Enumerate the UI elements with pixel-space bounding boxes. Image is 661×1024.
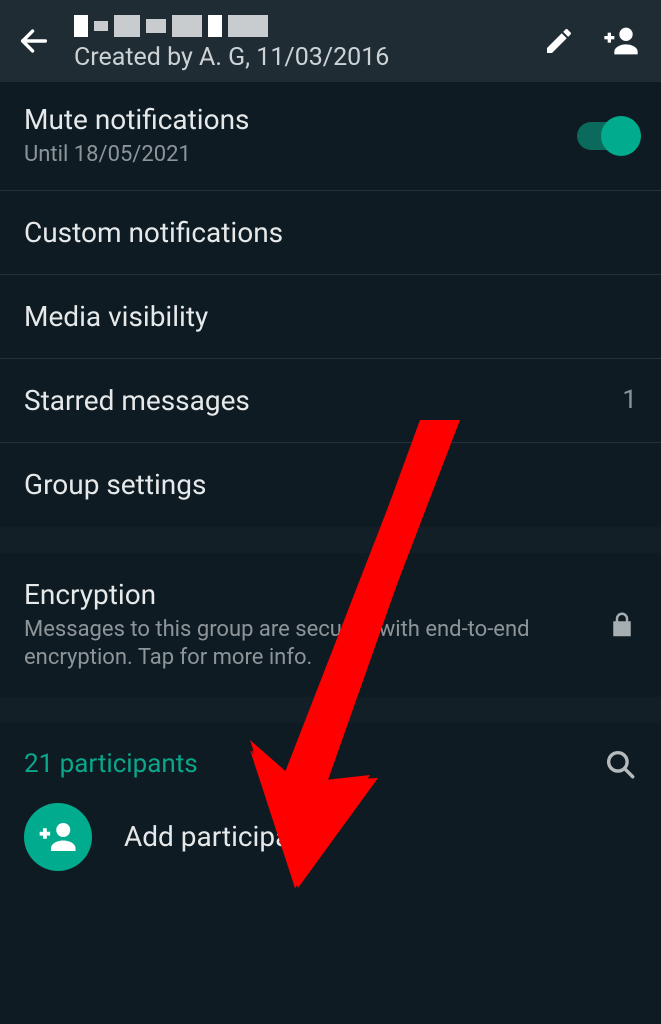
edit-button[interactable] <box>537 19 581 63</box>
group-subtitle: Created by A. G, 11/03/2016 <box>74 43 519 72</box>
add-person-button[interactable] <box>599 19 643 63</box>
starred-count: 1 <box>622 385 637 415</box>
search-participants-button[interactable] <box>603 747 637 781</box>
mute-toggle[interactable] <box>577 122 637 150</box>
section-gap-2 <box>0 697 661 723</box>
row-group-settings[interactable]: Group settings <box>0 443 661 527</box>
back-button[interactable] <box>14 21 54 61</box>
encryption-subtitle: Messages to this group are secured with … <box>24 616 544 673</box>
row-mute-notifications[interactable]: Mute notifications Until 18/05/2021 <box>0 82 661 191</box>
title-block: Created by A. G, 11/03/2016 <box>74 11 519 72</box>
group-settings-title: Group settings <box>24 467 637 502</box>
mute-subtitle: Until 18/05/2021 <box>24 141 577 170</box>
add-participants-label: Add participants <box>124 820 329 853</box>
row-custom-notifications[interactable]: Custom notifications <box>0 191 661 275</box>
mute-title: Mute notifications <box>24 102 577 137</box>
section-gap <box>0 527 661 553</box>
starred-title: Starred messages <box>24 383 602 418</box>
add-participants-fab[interactable] <box>24 803 92 871</box>
media-visibility-title: Media visibility <box>24 299 637 334</box>
row-add-participants[interactable]: Add participants <box>0 789 661 893</box>
custom-notifications-title: Custom notifications <box>24 215 637 250</box>
lock-icon <box>607 607 637 643</box>
group-name-pixelated <box>74 11 519 41</box>
participants-header: 21 participants <box>0 723 661 789</box>
app-bar: Created by A. G, 11/03/2016 <box>0 0 661 82</box>
row-media-visibility[interactable]: Media visibility <box>0 275 661 359</box>
row-starred-messages[interactable]: Starred messages 1 <box>0 359 661 443</box>
participants-count: 21 participants <box>24 749 603 779</box>
encryption-title: Encryption <box>24 577 587 612</box>
row-encryption[interactable]: Encryption Messages to this group are se… <box>0 553 661 697</box>
